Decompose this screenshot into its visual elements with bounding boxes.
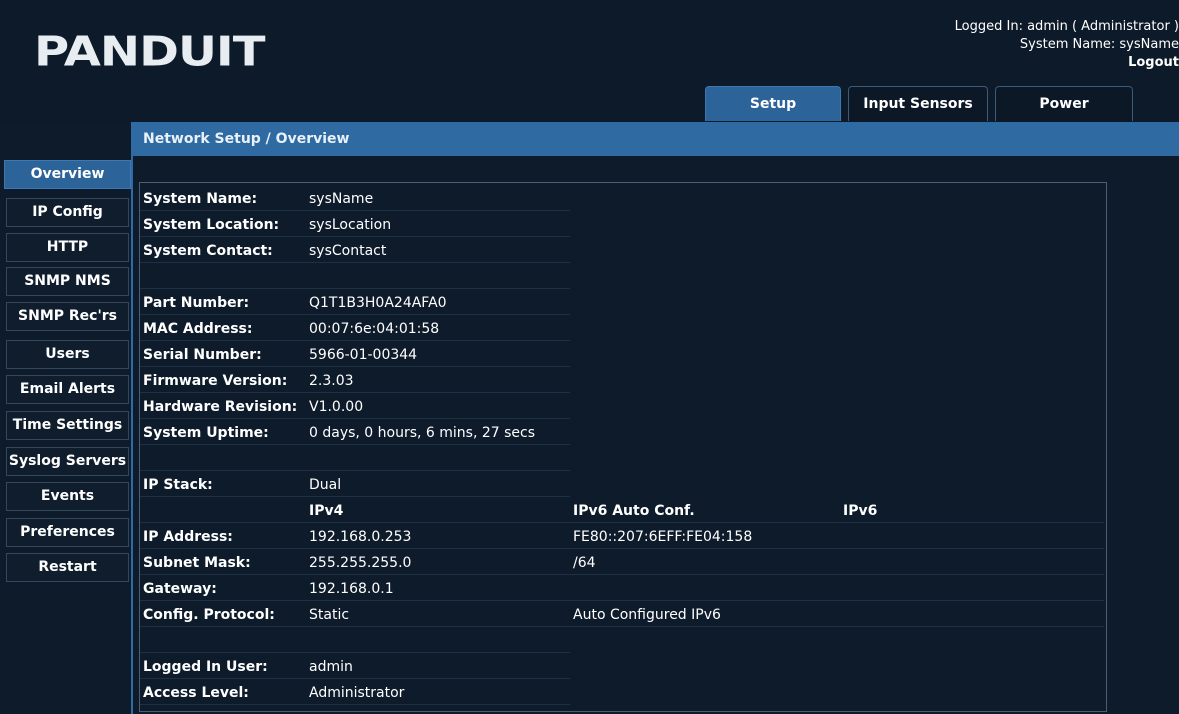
system-contact-value: sysContact [306,239,570,263]
spacer-cell [306,265,570,289]
system-name-text: System Name: sysName [1019,37,1179,52]
sidebar-item-syslog-servers[interactable]: Syslog Servers [6,447,129,476]
part-number-label: Part Number: [140,291,306,315]
spacer-cell [140,265,306,289]
gateway-label: Gateway: [140,577,306,601]
gateway-ipv6-auto [570,577,840,601]
sidebar-item-preferences[interactable]: Preferences [6,518,129,547]
sidebar-item-users[interactable]: Users [6,340,129,369]
tab-setup[interactable]: Setup [705,86,841,121]
system-uptime-value: 0 days, 0 hours, 6 mins, 27 secs [306,421,570,445]
serial-number-value: 5966-01-00344 [306,343,570,367]
tab-power[interactable]: Power [995,86,1133,121]
sidebar-item-snmp-nms[interactable]: SNMP NMS [6,267,129,296]
subnet-mask-ipv4: 255.255.255.0 [306,551,570,575]
sidebar-item-ip-config[interactable]: IP Config [6,198,129,227]
user-info: Logged In: admin ( Administrator ) Syste… [955,18,1179,72]
mac-address-value: 00:07:6e:04:01:58 [306,317,570,341]
ipv4-header: IPv4 [306,499,570,523]
ip-address-ipv6 [840,525,1104,549]
spacer-cell [306,447,570,471]
config-protocol-ipv6-auto: Auto Configured IPv6 [570,603,840,627]
sidebar-item-restart[interactable]: Restart [6,553,129,582]
subnet-mask-label: Subnet Mask: [140,551,306,575]
access-level-value: Administrator [306,681,570,705]
subnet-mask-ipv6 [840,551,1104,575]
config-protocol-label: Config. Protocol: [140,603,306,627]
page-title: Network Setup / Overview [133,122,1179,156]
spacer-cell [140,629,306,653]
panduit-logo: PANDUIT [34,28,266,76]
system-location-value: sysLocation [306,213,570,237]
ip-address-label: IP Address: [140,525,306,549]
part-number-value: Q1T1B3H0A24AFA0 [306,291,570,315]
ipv6-header: IPv6 [840,499,1104,523]
logged-in-user-label: Logged In User: [140,655,306,679]
ip-address-ipv6-auto: FE80::207:6EFF:FE04:158 [570,525,840,549]
sidebar-item-email-alerts[interactable]: Email Alerts [6,375,129,404]
ip-stack-label: IP Stack: [140,473,306,497]
gateway-ipv4: 192.168.0.1 [306,577,570,601]
mac-address-label: MAC Address: [140,317,306,341]
ip-stack-value: Dual [306,473,570,497]
access-level-label: Access Level: [140,681,306,705]
firmware-version-label: Firmware Version: [140,369,306,393]
spacer-cell [140,447,306,471]
system-contact-label: System Contact: [140,239,306,263]
serial-number-label: Serial Number: [140,343,306,367]
tab-input-sensors[interactable]: Input Sensors [848,86,988,121]
hardware-revision-label: Hardware Revision: [140,395,306,419]
system-uptime-label: System Uptime: [140,421,306,445]
overview-table: System Name: sysName System Location: sy… [139,182,1107,712]
firmware-version-value: 2.3.03 [306,369,570,393]
system-location-label: System Location: [140,213,306,237]
sidebar-item-overview[interactable]: Overview [4,160,131,189]
ip-header-blank [140,499,306,523]
subnet-mask-ipv6-auto: /64 [570,551,840,575]
ipv6-auto-header: IPv6 Auto Conf. [570,499,840,523]
logout-link[interactable]: Logout [955,54,1179,72]
ip-address-ipv4: 192.168.0.253 [306,525,570,549]
gateway-ipv6 [840,577,1104,601]
header: PANDUIT Logged In: admin ( Administrator… [0,0,1179,122]
system-name-label: System Name: [140,187,306,211]
config-protocol-ipv4: Static [306,603,570,627]
logged-in-user-value: admin [306,655,570,679]
sidebar-item-http[interactable]: HTTP [6,233,129,262]
config-protocol-ipv6 [840,603,1104,627]
hardware-revision-value: V1.0.00 [306,395,570,419]
spacer-cell [306,629,570,653]
logged-in-text: Logged In: admin ( Administrator ) [954,19,1179,34]
system-name-value: sysName [306,187,570,211]
sidebar-item-time-settings[interactable]: Time Settings [6,411,129,440]
sidebar-item-snmp-receivers[interactable]: SNMP Rec'rs [6,302,129,331]
sidebar-item-events[interactable]: Events [6,482,129,511]
content-panel: Network Setup / Overview System Name: sy… [131,122,1179,714]
